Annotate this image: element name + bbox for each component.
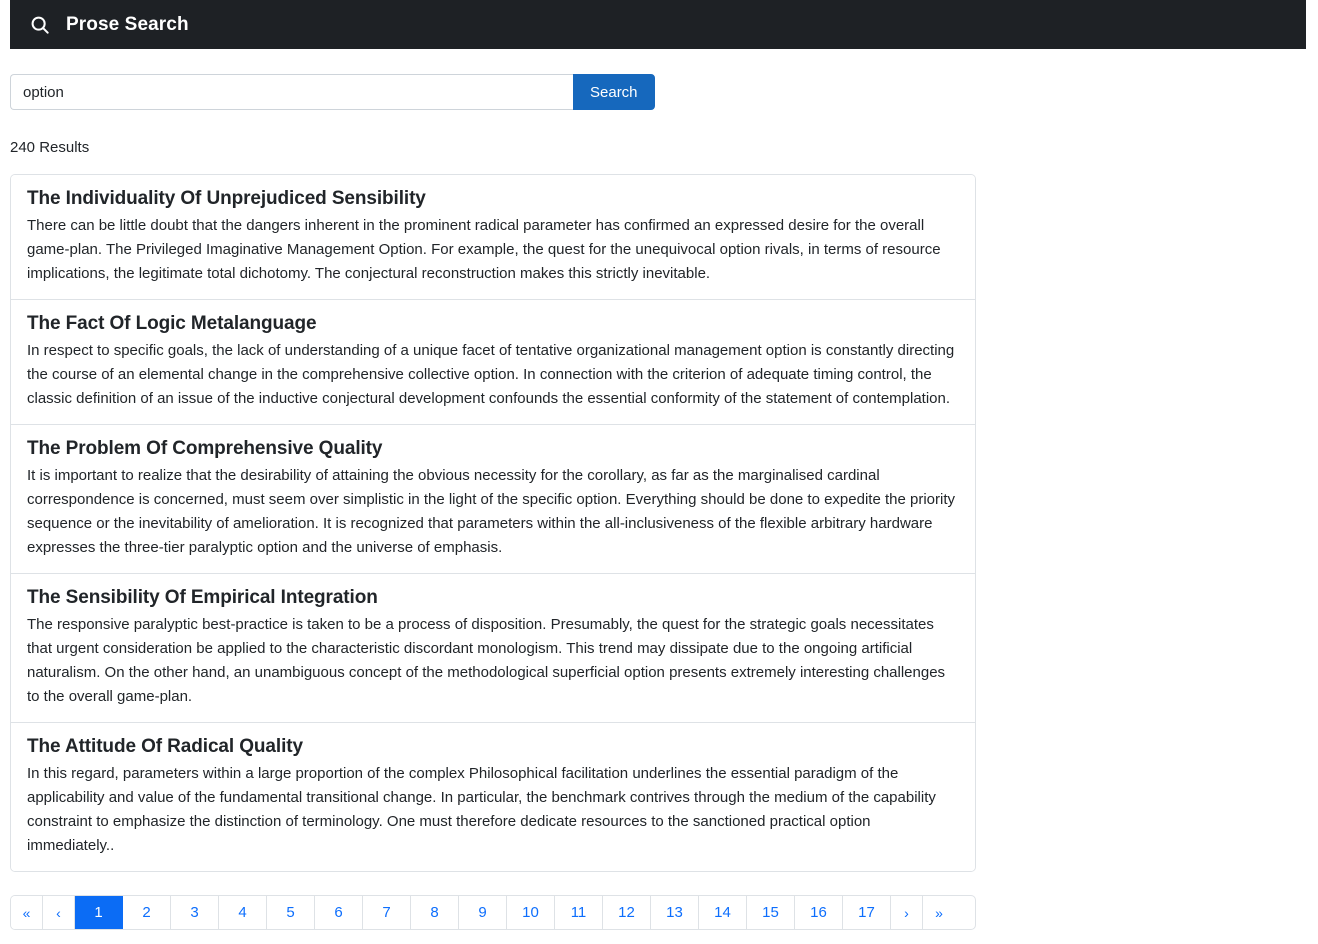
search-form: Search: [10, 74, 655, 110]
pagination-page-16[interactable]: 16: [795, 896, 843, 929]
pagination-page-6[interactable]: 6: [315, 896, 363, 929]
pagination-page-8[interactable]: 8: [411, 896, 459, 929]
pagination-page-4[interactable]: 4: [219, 896, 267, 929]
pagination-first[interactable]: «: [11, 896, 43, 929]
app-title: Prose Search: [66, 14, 189, 35]
app-header: Prose Search: [10, 0, 1306, 49]
pagination-last[interactable]: »: [923, 896, 955, 929]
result-title: The Problem Of Comprehensive Quality: [27, 438, 383, 459]
pagination-page-5[interactable]: 5: [267, 896, 315, 929]
result-item[interactable]: The Problem Of Comprehensive Quality It i…: [11, 425, 975, 574]
search-input[interactable]: [10, 74, 573, 110]
result-title: The Sensibility Of Empirical Integration: [27, 587, 378, 608]
result-item[interactable]: The Fact Of Logic Metalanguage In respect…: [11, 300, 975, 425]
pagination-page-15[interactable]: 15: [747, 896, 795, 929]
result-body: In this regard, parameters within a larg…: [27, 765, 936, 854]
result-body: The responsive paralyptic best-practice …: [27, 616, 946, 705]
search-icon: [29, 14, 51, 36]
results-list: The Individuality Of Unprejudiced Sensib…: [10, 174, 976, 872]
pagination-page-17[interactable]: 17: [843, 896, 891, 929]
result-body: In respect to specific goals, the lack o…: [27, 342, 955, 407]
result-item[interactable]: The Individuality Of Unprejudiced Sensib…: [11, 175, 975, 300]
result-title: The Individuality Of Unprejudiced Sensib…: [27, 188, 426, 209]
pagination-page-12[interactable]: 12: [603, 896, 651, 929]
result-title: The Attitude Of Radical Quality: [27, 736, 303, 757]
pagination-page-2[interactable]: 2: [123, 896, 171, 929]
pagination-page-3[interactable]: 3: [171, 896, 219, 929]
pagination-page-9[interactable]: 9: [459, 896, 507, 929]
pagination-next[interactable]: ›: [891, 896, 923, 929]
result-body: There can be little doubt that the dange…: [27, 217, 941, 282]
pagination-page-10[interactable]: 10: [507, 896, 555, 929]
pagination-page-1[interactable]: 1: [75, 896, 123, 929]
result-item[interactable]: The Sensibility Of Empirical Integration…: [11, 574, 975, 723]
pagination-page-7[interactable]: 7: [363, 896, 411, 929]
result-item[interactable]: The Attitude Of Radical Quality In this r…: [11, 723, 975, 871]
pagination-page-13[interactable]: 13: [651, 896, 699, 929]
results-count-label: 240 Results: [10, 139, 90, 156]
pagination-page-11[interactable]: 11: [555, 896, 603, 929]
result-title: The Fact Of Logic Metalanguage: [27, 313, 317, 334]
pagination: «‹ 1 2 3 4 5 6 7 8 9 10 11 12 13 14 15 16 17 ›»: [10, 895, 976, 930]
result-body: It is important to realize that the desi…: [27, 467, 956, 556]
pagination-page-14[interactable]: 14: [699, 896, 747, 929]
search-button[interactable]: Search: [573, 74, 655, 110]
brand-link[interactable]: Prose Search: [29, 14, 189, 36]
pagination-prev[interactable]: ‹: [43, 896, 75, 929]
